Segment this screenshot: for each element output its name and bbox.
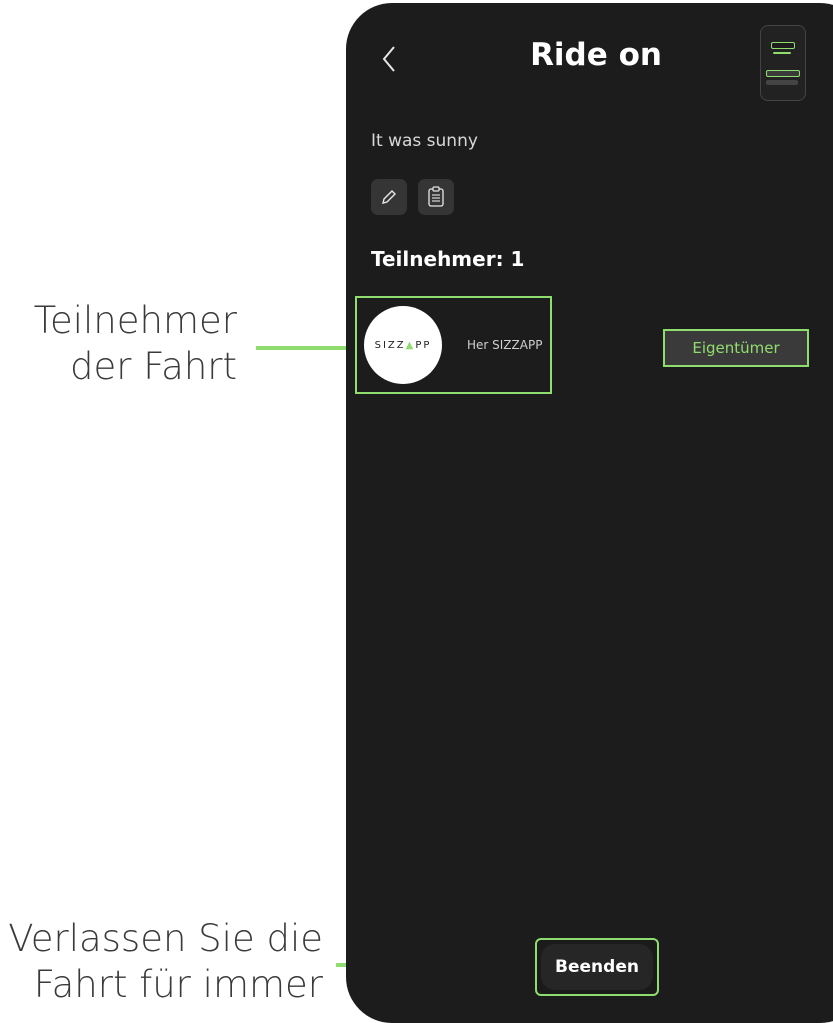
pencil-icon (382, 190, 396, 204)
clipboard-button[interactable] (418, 179, 454, 215)
callout-line: Verlassen Sie die (8, 917, 323, 960)
leave-callout: Verlassen Sie die Fahrt für immer (0, 916, 323, 1008)
end-ride-button[interactable]: Beenden (535, 938, 659, 996)
screen-thumbnail (760, 25, 806, 101)
clipboard-icon (428, 186, 444, 207)
participants-heading: Teilnehmer: 1 (371, 247, 525, 271)
participant-name: Her SIZZAPP (467, 338, 543, 352)
owner-badge: Eigentümer (663, 329, 809, 367)
phone-screen: Ride on It was sunny Teilnehmer: 1 SIZZ▲… (346, 3, 833, 1023)
ride-description: It was sunny (371, 131, 478, 151)
callout-line: Teilnehmer (33, 299, 237, 342)
sizzapp-logo: SIZZ▲PP (374, 339, 432, 351)
participant-row[interactable]: SIZZ▲PP Her SIZZAPP (355, 296, 552, 394)
end-ride-label: Beenden (541, 944, 653, 990)
callout-line: der Fahrt (70, 345, 237, 388)
avatar: SIZZ▲PP (364, 306, 442, 384)
callout-line: Fahrt für immer (33, 963, 323, 1006)
edit-button[interactable] (371, 179, 407, 215)
participants-callout: Teilnehmer der Fahrt (12, 298, 237, 390)
